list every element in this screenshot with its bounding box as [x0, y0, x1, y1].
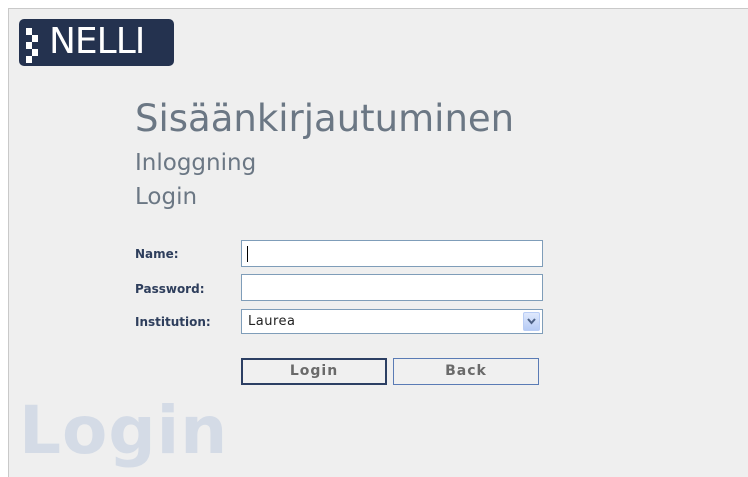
institution-label: Institution: [135, 315, 211, 329]
login-page: NELLI Sisäänkirjautuminen Inloggning Log… [8, 8, 748, 477]
password-input[interactable] [241, 274, 543, 301]
back-button[interactable]: Back [393, 358, 539, 385]
login-button[interactable]: Login [241, 358, 387, 385]
text-caret [247, 246, 248, 262]
nelli-logo: NELLI [19, 19, 174, 66]
institution-selected-value: Laurea [248, 314, 296, 329]
dropdown-arrow-button[interactable] [523, 312, 540, 331]
name-label: Name: [135, 247, 179, 261]
chevron-down-icon [527, 318, 536, 325]
page-title-finnish: Sisäänkirjautuminen [135, 97, 515, 140]
page-title-english: Login [135, 184, 198, 210]
logo-checker-icon [19, 19, 39, 66]
login-watermark: Login [19, 392, 229, 469]
page-title-swedish: Inloggning [135, 150, 257, 176]
password-label: Password: [135, 282, 205, 296]
logo-text: NELLI [49, 21, 145, 62]
name-input[interactable] [241, 240, 543, 267]
institution-select[interactable]: Laurea [241, 309, 543, 334]
